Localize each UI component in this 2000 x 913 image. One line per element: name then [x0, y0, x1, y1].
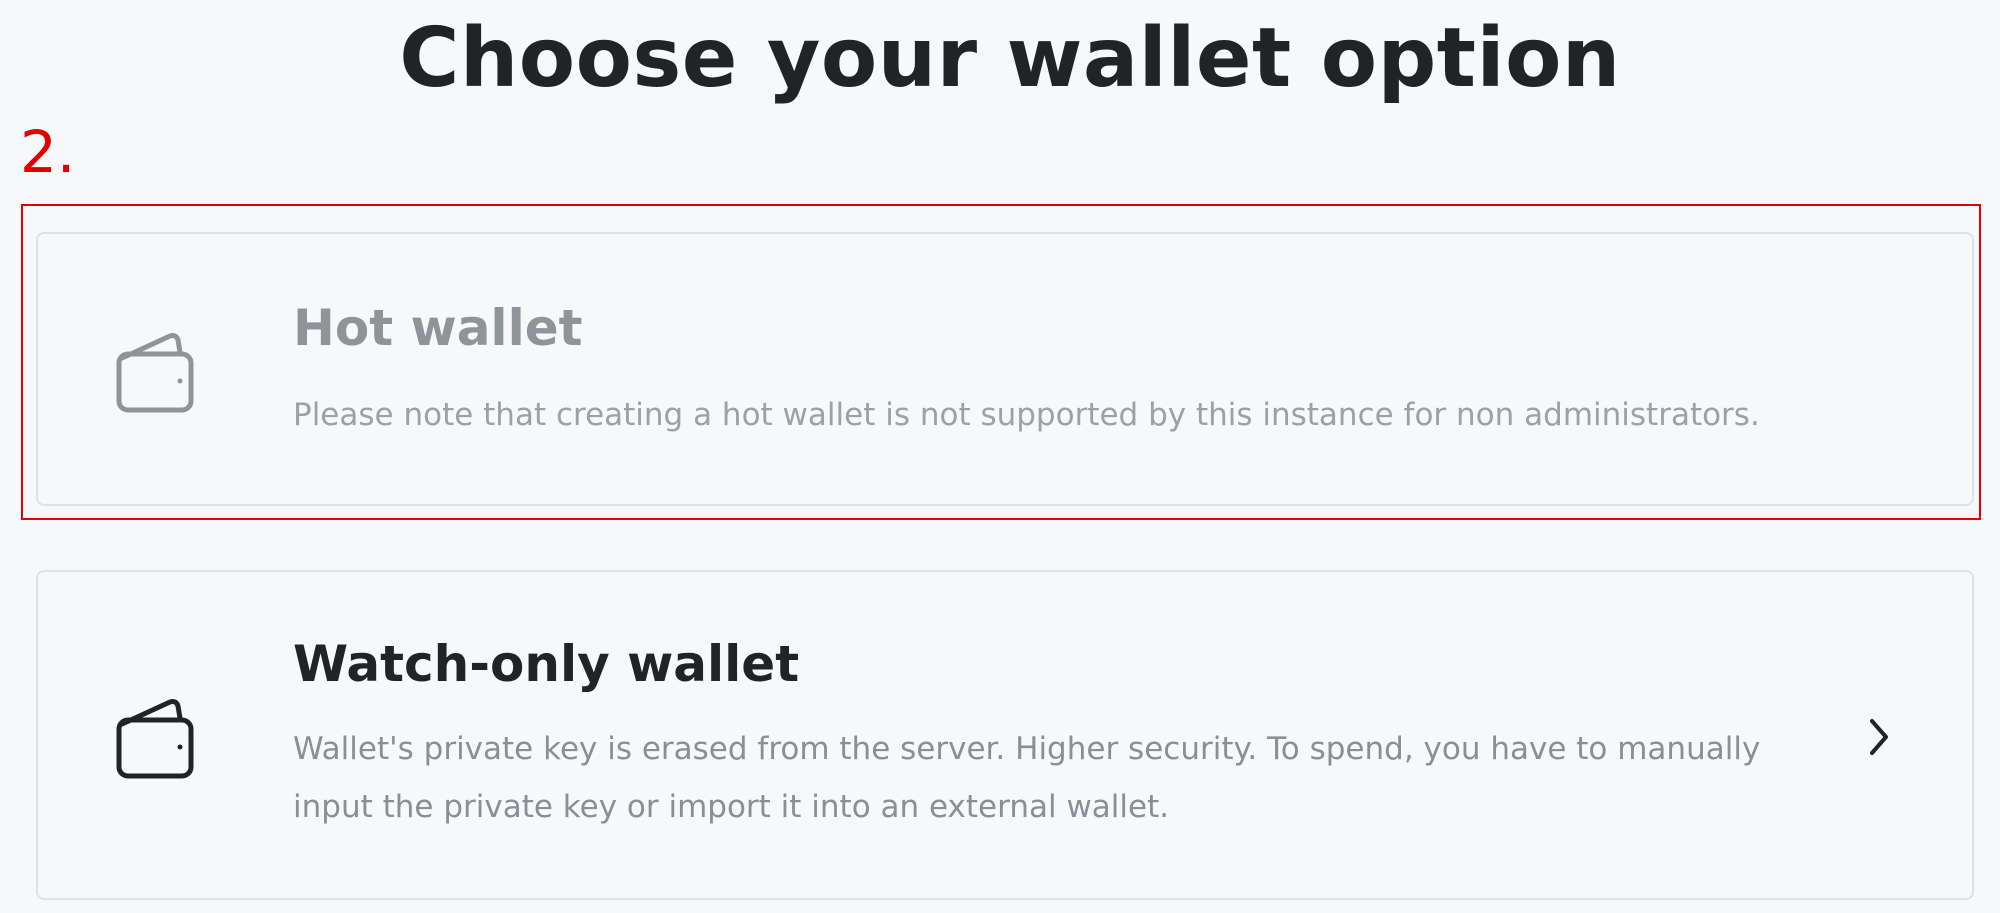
page-title: Choose your wallet option: [399, 11, 1621, 106]
wallet-icon: [114, 694, 194, 780]
watch-only-wallet-description: Wallet's private key is erased from the …: [293, 731, 1761, 825]
step-highlight-frame: [21, 204, 1981, 520]
wallet-option-page: Choose your wallet option 2. Hot wallet …: [0, 0, 2000, 913]
step-annotation: 2.: [20, 118, 76, 186]
watch-only-wallet-option[interactable]: Watch-only wallet Wallet's private key i…: [36, 570, 1974, 900]
watch-only-wallet-title: Watch-only wallet: [293, 635, 800, 693]
chevron-right-icon[interactable]: [1864, 715, 1894, 759]
